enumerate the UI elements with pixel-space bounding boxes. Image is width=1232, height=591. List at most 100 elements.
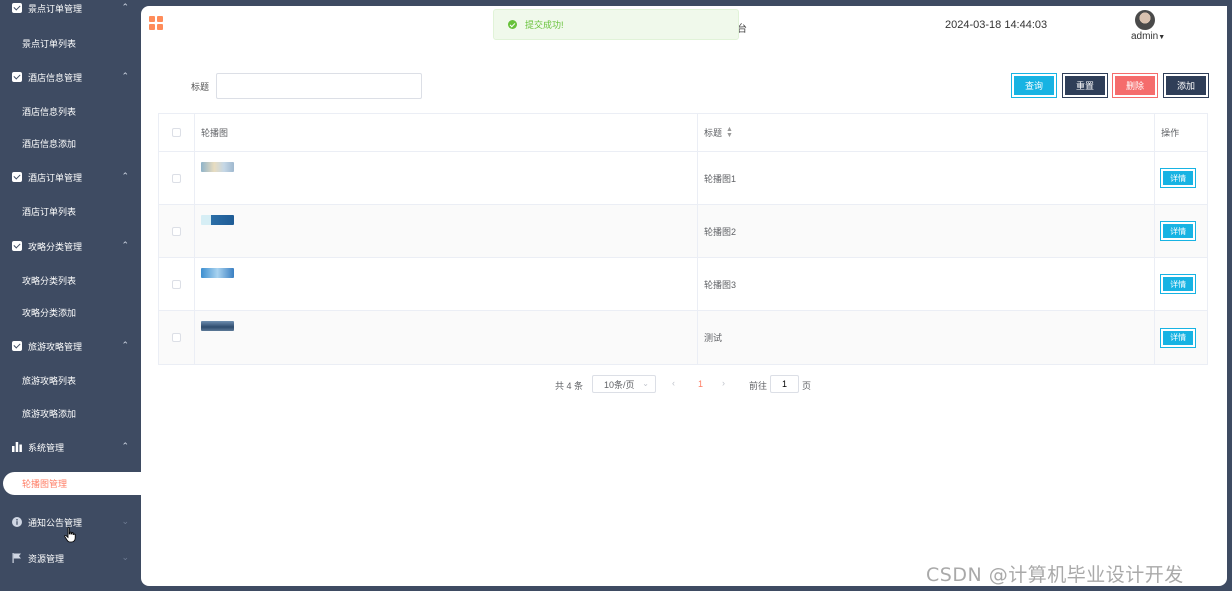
sidebar-item-guide-category-list[interactable]: 攻略分类列表 [0,266,141,294]
detail-button[interactable]: 详情 [1160,274,1197,294]
title-cell: 测试 [698,311,1156,364]
page-size-value: 10条/页 [604,379,635,390]
chevron-up-icon: ⌃ [121,340,129,350]
sidebar-item-label: 攻略分类列表 [22,275,77,286]
checkbox-icon [12,341,22,351]
table-row: 测试 详情 [159,311,1207,364]
action-cell: 详情 [1155,258,1207,310]
sidebar-item-hotel-order-list[interactable]: 酒店订单列表 [0,197,141,225]
row-checkbox-cell [159,205,195,257]
prev-page-icon[interactable]: ‹ [672,378,675,388]
menu-group-travel-guides[interactable]: 旅游攻略管理 ⌃ [0,332,141,360]
row-checkbox[interactable] [171,333,181,342]
detail-button[interactable]: 详情 [1160,327,1197,348]
column-header-image: 轮播图 [195,114,698,151]
sidebar-item-hotel-info-add[interactable]: 酒店信息添加 [0,129,141,157]
carousel-thumbnail[interactable] [200,215,234,225]
menu-group-label: 景点订单管理 [28,3,83,14]
chevron-up-icon: ⌃ [121,71,129,81]
row-checkbox[interactable] [171,279,181,289]
sidebar: 景点订单管理 ⌃ 景点订单列表 酒店信息管理 ⌃ 酒店信息列表 酒店信息添加 酒… [0,0,163,591]
select-all-checkbox[interactable] [171,128,181,137]
title-search-input[interactable] [216,73,422,99]
sidebar-item-label: 酒店订单列表 [22,206,77,217]
menu-group-label: 攻略分类管理 [28,241,83,252]
goto-page-input[interactable] [770,375,799,393]
title-cell: 轮播图1 [698,152,1156,204]
menu-group-label: 酒店订单管理 [28,172,83,183]
sidebar-item-scenic-order-list[interactable]: 景点订单列表 [0,29,141,57]
menu-group-guide-category[interactable]: 攻略分类管理 ⌃ [0,232,141,260]
checkbox-icon [12,72,22,82]
chevron-up-icon: ⌃ [121,2,129,12]
reset-button[interactable]: 重置 [1062,73,1108,98]
sidebar-item-label: 攻略分类添加 [22,307,77,318]
menu-group-system[interactable]: 系统管理 ⌃ [0,433,141,461]
delete-button[interactable]: 删除 [1112,73,1158,98]
action-cell: 详情 [1155,311,1207,364]
check-circle-icon [508,20,517,29]
app-grid-icon[interactable] [149,16,163,30]
row-checkbox[interactable] [171,173,181,183]
chevron-down-icon: ⌄ [642,379,649,388]
query-button[interactable]: 查询 [1011,73,1057,98]
sidebar-item-label: 景点订单列表 [22,38,77,49]
chevron-down-icon: ⌄ [121,516,129,526]
carousel-table: 轮播图 标题 ▲ ▼ 操作 轮播图1 详情 轮播图2 详情 轮播图3 详情 测试 详 [158,113,1208,365]
image-cell [195,311,698,364]
sidebar-item-label: 轮播图管理 [22,479,68,489]
menu-group-label: 酒店信息管理 [28,72,83,83]
table-row: 轮播图2 详情 [159,205,1207,258]
user-menu[interactable]: admin▼ [1131,31,1165,42]
current-datetime: 2024-03-18 14:44:03 [945,19,1048,31]
checkbox-icon [12,3,22,13]
menu-group-hotel-info[interactable]: 酒店信息管理 ⌃ [0,63,141,91]
table-row: 轮播图1 详情 [159,152,1207,205]
menu-group-label: 系统管理 [28,442,65,453]
action-cell: 详情 [1155,205,1207,257]
detail-button[interactable]: 详情 [1160,221,1197,241]
sort-icon[interactable]: ▲ ▼ [726,126,733,139]
sidebar-item-hotel-info-list[interactable]: 酒店信息列表 [0,97,141,125]
add-button[interactable]: 添加 [1163,73,1209,98]
menu-group-label: 资源管理 [28,553,65,564]
sidebar-item-travel-guide-list[interactable]: 旅游攻略列表 [0,366,141,394]
table-row: 轮播图3 详情 [159,258,1207,311]
username: admin [1131,31,1159,42]
sidebar-item-travel-guide-add[interactable]: 旅游攻略添加 [0,399,141,427]
next-page-icon[interactable]: › [722,378,725,388]
bar-chart-icon [12,442,22,452]
carousel-thumbnail[interactable] [200,268,234,278]
chevron-down-icon: ⌄ [121,552,129,562]
search-label: 标题 [191,82,210,92]
checkbox-icon [12,241,22,251]
menu-group-hotel-orders[interactable]: 酒店订单管理 ⌃ [0,163,141,191]
title-cell: 轮播图3 [698,258,1156,310]
carousel-thumbnail[interactable] [200,321,234,331]
avatar[interactable] [1135,10,1155,30]
detail-button[interactable]: 详情 [1160,168,1197,188]
image-cell [195,152,698,204]
page-size-select[interactable]: 10条/页 ⌄ [592,375,656,393]
watermark: CSDN @计算机毕业设计开发 [926,564,1184,586]
sidebar-item-label: 旅游攻略添加 [22,408,77,419]
page-number-current[interactable]: 1 [698,379,703,389]
sidebar-item-carousel-management[interactable]: 轮播图管理 [3,472,163,495]
sidebar-item-label: 酒店信息添加 [22,138,77,149]
carousel-thumbnail[interactable] [200,162,234,172]
menu-group-resources[interactable]: 资源管理 ⌄ [0,544,141,572]
sidebar-item-label: 酒店信息列表 [22,106,77,117]
column-header-title[interactable]: 标题 ▲ ▼ [698,114,1156,151]
sidebar-item-guide-category-add[interactable]: 攻略分类添加 [0,298,141,326]
flag-icon [12,553,22,563]
image-cell [195,205,698,257]
row-checkbox-cell [159,311,195,364]
column-header-action: 操作 [1161,128,1180,138]
menu-group-scenic-orders[interactable]: 景点订单管理 ⌃ [0,0,141,22]
menu-group-label: 旅游攻略管理 [28,341,83,352]
action-cell: 详情 [1155,152,1207,204]
goto-label: 前往 [749,381,768,391]
pagination: 共 4 条 10条/页 ⌄ ‹ 1 › 前往 页 [141,375,1227,393]
row-checkbox[interactable] [171,226,181,236]
caret-down-icon: ▼ [1158,34,1166,41]
